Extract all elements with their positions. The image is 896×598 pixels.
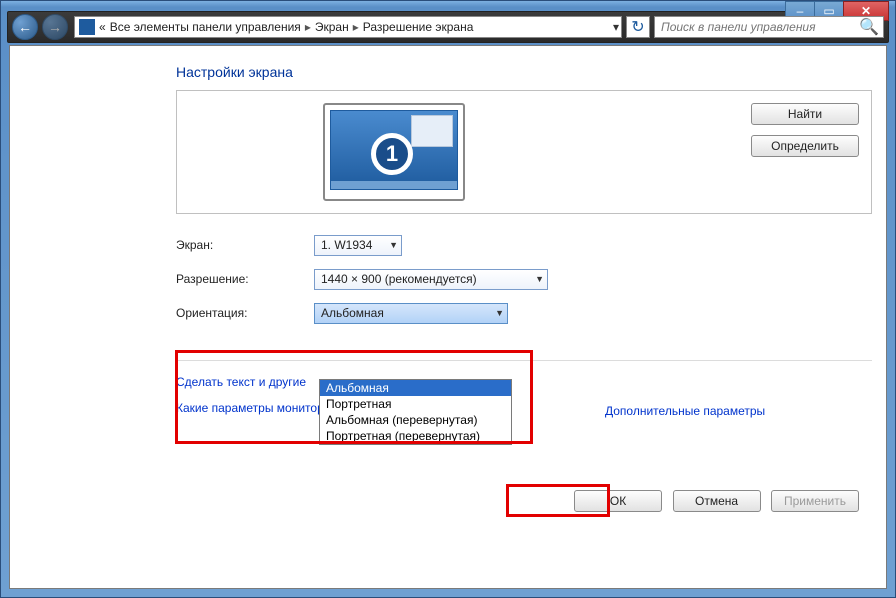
control-panel-icon: [79, 19, 95, 35]
orientation-option[interactable]: Портретная: [320, 396, 511, 412]
resolution-select-value: 1440 × 900 (рекомендуется): [321, 272, 477, 286]
chevron-right-icon: ▸: [305, 20, 311, 34]
breadcrumb-root[interactable]: Все элементы панели управления: [110, 20, 301, 34]
dialog-button-row: ОК Отмена Применить: [10, 490, 862, 512]
address-dropdown-icon[interactable]: ▾: [613, 20, 619, 34]
chevron-right-icon: ▸: [353, 20, 359, 34]
monitor-help-link[interactable]: Какие параметры монитора следует выбрать…: [176, 401, 886, 415]
breadcrumb-mid[interactable]: Экран: [315, 20, 349, 34]
search-input[interactable]: [655, 20, 883, 34]
display-thumbnail[interactable]: 1: [323, 103, 465, 201]
arrow-right-icon: →: [48, 19, 62, 35]
window-frame: – ▭ ✕ ← → « Все элементы панели управлен…: [0, 0, 896, 598]
content-pane: Настройки экрана 1 Найти Определить Экра…: [9, 45, 887, 589]
screen-select-value: 1. W1934: [321, 238, 372, 252]
orientation-option[interactable]: Альбомная (перевернутая): [320, 412, 511, 428]
apply-button: Применить: [771, 490, 859, 512]
identify-button[interactable]: Определить: [751, 135, 859, 157]
display-number-badge: 1: [371, 133, 413, 175]
resolution-label: Разрешение:: [176, 272, 314, 286]
orientation-dropdown-list[interactable]: Альбомная Портретная Альбомная (переверн…: [319, 379, 512, 445]
titlebar[interactable]: [1, 1, 895, 7]
chevron-down-icon: ▼: [389, 240, 398, 250]
text-size-link[interactable]: Сделать текст и другие: [176, 375, 306, 389]
breadcrumb-leaf[interactable]: Разрешение экрана: [363, 20, 474, 34]
nav-back-button[interactable]: ←: [12, 14, 38, 40]
page-title: Настройки экрана: [176, 64, 886, 80]
screen-select[interactable]: 1. W1934 ▼: [314, 235, 402, 256]
find-button[interactable]: Найти: [751, 103, 859, 125]
resolution-select[interactable]: 1440 × 900 (рекомендуется) ▼: [314, 269, 548, 290]
orientation-select[interactable]: Альбомная ▼: [314, 303, 508, 324]
arrow-left-icon: ←: [18, 19, 32, 35]
advanced-settings-link[interactable]: Дополнительные параметры: [605, 404, 765, 418]
monitor-preview-area: 1 Найти Определить: [176, 90, 872, 214]
nav-forward-button[interactable]: →: [42, 14, 68, 40]
breadcrumb-back: «: [99, 20, 106, 34]
chevron-down-icon: ▼: [535, 274, 544, 284]
divider: [176, 360, 872, 361]
refresh-icon: ↻: [631, 17, 644, 37]
orientation-option[interactable]: Альбомная: [320, 380, 511, 396]
cancel-button[interactable]: Отмена: [673, 490, 761, 512]
ok-button[interactable]: ОК: [574, 490, 662, 512]
refresh-button[interactable]: ↻: [626, 16, 650, 38]
orientation-select-value: Альбомная: [321, 306, 384, 320]
orientation-option[interactable]: Портретная (перевернутая): [320, 428, 511, 444]
screen-label: Экран:: [176, 238, 314, 252]
search-icon: 🔍: [859, 17, 879, 37]
search-box[interactable]: 🔍: [654, 16, 884, 38]
orientation-label: Ориентация:: [176, 306, 314, 320]
address-bar[interactable]: « Все элементы панели управления ▸ Экран…: [74, 16, 622, 38]
chevron-down-icon: ▼: [495, 308, 504, 318]
nav-toolbar: ← → « Все элементы панели управления ▸ Э…: [7, 11, 889, 43]
